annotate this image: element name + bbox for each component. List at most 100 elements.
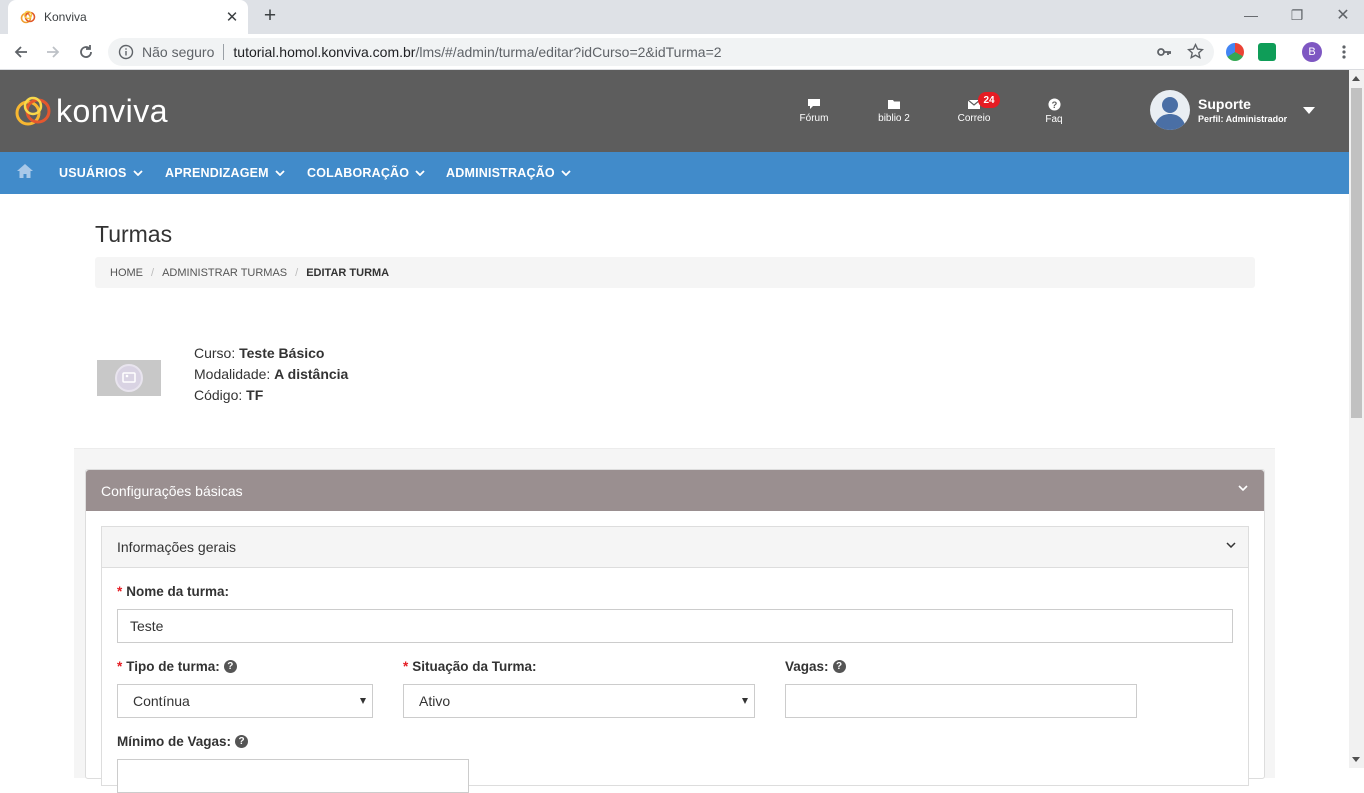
info-icon[interactable] bbox=[118, 44, 134, 60]
nav-colaboracao[interactable]: COLABORAÇÃO bbox=[307, 152, 425, 194]
situacao-turma-value: Ativo bbox=[419, 693, 451, 709]
user-dropdown-caret-icon[interactable] bbox=[1303, 107, 1315, 114]
select-arrow-icon bbox=[742, 698, 748, 704]
comment-icon bbox=[808, 99, 820, 109]
close-window-icon[interactable]: ✕ bbox=[1329, 4, 1357, 26]
codigo-label: Código: bbox=[194, 387, 243, 403]
required-marker: * bbox=[117, 659, 123, 674]
breadcrumb-administrar-turmas[interactable]: ADMINISTRAR TURMAS bbox=[162, 267, 287, 279]
close-tab-icon[interactable]: ✕ bbox=[224, 9, 240, 26]
minimo-vagas-label-text: Mínimo de Vagas: bbox=[117, 734, 232, 749]
back-icon[interactable] bbox=[9, 40, 33, 64]
configuracoes-panel: Configurações básicas Informações gerais… bbox=[85, 469, 1265, 793]
home-icon[interactable] bbox=[16, 163, 34, 179]
url-separator bbox=[223, 44, 225, 60]
required-marker: * bbox=[403, 659, 409, 674]
configuracoes-panel-title: Configurações básicas bbox=[101, 482, 243, 499]
correio-label: Correio bbox=[957, 113, 991, 124]
nav-usuarios[interactable]: USUÁRIOS bbox=[59, 152, 143, 194]
vagas-input[interactable] bbox=[785, 684, 1137, 718]
tipo-turma-label-text: Tipo de turma: bbox=[126, 659, 220, 674]
faq-label: Faq bbox=[1045, 114, 1063, 125]
nav-administracao[interactable]: ADMINISTRAÇÃO bbox=[446, 152, 571, 194]
browser-tabstrip: Konviva ✕ + — ❐ ✕ bbox=[0, 0, 1364, 34]
nav-aprendizagem[interactable]: APRENDIZAGEM bbox=[165, 152, 285, 194]
svg-text:?: ? bbox=[1051, 100, 1057, 110]
scroll-up-arrow-icon[interactable] bbox=[1352, 76, 1360, 81]
konviva-logo[interactable]: konviva bbox=[14, 94, 168, 128]
help-icon[interactable]: ? bbox=[832, 660, 846, 673]
situacao-turma-label-text: Situação da Turma: bbox=[412, 659, 537, 674]
tipo-turma-label: * Tipo de turma:? bbox=[117, 659, 237, 674]
nav-usuarios-label: USUÁRIOS bbox=[59, 166, 127, 180]
header-biblio[interactable]: biblio 2 bbox=[864, 98, 924, 124]
curso-value: Teste Básico bbox=[239, 345, 325, 361]
required-marker: * bbox=[117, 584, 123, 599]
tab-title: Konviva bbox=[44, 10, 87, 24]
chevron-down-icon[interactable] bbox=[1238, 485, 1248, 491]
informacoes-gerais-title: Informações gerais bbox=[117, 539, 237, 555]
user-role: Perfil: Administrador bbox=[1198, 114, 1288, 124]
situacao-turma-label: * Situação da Turma: bbox=[403, 659, 537, 674]
course-codigo-line: Código: TF bbox=[194, 385, 348, 406]
header-faq[interactable]: ? Faq bbox=[1024, 98, 1084, 125]
course-modalidade-line: Modalidade: A distância bbox=[194, 364, 348, 385]
tipo-turma-select[interactable]: Contínua bbox=[117, 684, 373, 718]
chevron-down-icon bbox=[275, 170, 285, 176]
tipo-turma-value: Contínua bbox=[133, 693, 190, 709]
codigo-value: TF bbox=[246, 387, 264, 403]
user-avatar bbox=[1150, 90, 1190, 130]
new-tab-button[interactable]: + bbox=[258, 4, 282, 28]
configuracoes-panel-header[interactable]: Configurações básicas bbox=[86, 470, 1264, 511]
user-name: Suporte bbox=[1198, 96, 1251, 112]
course-thumbnail bbox=[97, 360, 161, 396]
select-arrow-icon bbox=[360, 698, 366, 704]
modalidade-value: A distância bbox=[274, 366, 349, 382]
nav-administracao-label: ADMINISTRAÇÃO bbox=[446, 166, 555, 180]
user-menu[interactable]: Suporte Perfil: Administrador bbox=[1150, 90, 1315, 130]
curso-label: Curso: bbox=[194, 345, 236, 361]
course-curso-line: Curso: Teste Básico bbox=[194, 343, 348, 364]
profile-avatar[interactable]: B bbox=[1302, 42, 1322, 62]
extension-screencast-icon[interactable] bbox=[1258, 43, 1276, 61]
logo-text: konviva bbox=[56, 93, 168, 129]
scroll-down-arrow-icon[interactable] bbox=[1352, 757, 1360, 762]
breadcrumb-home[interactable]: HOME bbox=[110, 267, 143, 279]
restore-icon[interactable]: ❐ bbox=[1283, 4, 1311, 26]
page-title: Turmas bbox=[95, 221, 173, 247]
situacao-turma-select[interactable]: Ativo bbox=[403, 684, 755, 718]
question-icon: ? bbox=[1047, 98, 1061, 111]
bookmark-star-icon[interactable] bbox=[1187, 43, 1204, 60]
help-icon[interactable]: ? bbox=[235, 735, 249, 748]
mail-count-badge: 24 bbox=[978, 92, 1000, 108]
informacoes-gerais-header[interactable]: Informações gerais bbox=[102, 527, 1248, 568]
header-forum[interactable]: Fórum bbox=[784, 98, 844, 124]
nome-turma-label-text: Nome da turma: bbox=[126, 584, 230, 599]
reload-icon[interactable] bbox=[74, 40, 98, 64]
vagas-label-text: Vagas: bbox=[785, 659, 829, 674]
scrollbar-thumb[interactable] bbox=[1351, 88, 1362, 418]
folder-icon bbox=[888, 100, 900, 109]
chevron-down-icon bbox=[415, 170, 425, 176]
nome-turma-input[interactable]: Teste bbox=[117, 609, 1233, 643]
nome-turma-label: * Nome da turma: bbox=[117, 584, 229, 599]
extension-color-icon[interactable] bbox=[1226, 43, 1244, 61]
browser-tab[interactable]: Konviva ✕ bbox=[8, 0, 248, 34]
chevron-down-icon[interactable] bbox=[1226, 542, 1236, 548]
security-label: Não seguro bbox=[142, 44, 215, 60]
browser-toolbar: Não seguro tutorial.homol.konviva.com.br… bbox=[0, 34, 1364, 70]
forward-icon[interactable] bbox=[41, 40, 65, 64]
breadcrumb-separator: / bbox=[151, 266, 155, 279]
konviva-favicon-icon bbox=[20, 10, 36, 24]
minimo-vagas-input[interactable] bbox=[117, 759, 469, 793]
page-scrollbar[interactable] bbox=[1349, 70, 1364, 768]
browser-menu-icon[interactable] bbox=[1334, 42, 1354, 62]
address-bar[interactable]: Não seguro tutorial.homol.konviva.com.br… bbox=[108, 38, 1214, 66]
minimize-icon[interactable]: — bbox=[1237, 4, 1265, 26]
header-correio[interactable]: 24 Correio bbox=[944, 92, 1004, 124]
informacoes-gerais-panel: Informações gerais * Nome da turma: Teste… bbox=[101, 526, 1249, 793]
help-icon[interactable]: ? bbox=[223, 660, 237, 673]
chevron-down-icon bbox=[561, 170, 571, 176]
key-icon[interactable] bbox=[1156, 44, 1172, 60]
modalidade-label: Modalidade: bbox=[194, 366, 271, 382]
